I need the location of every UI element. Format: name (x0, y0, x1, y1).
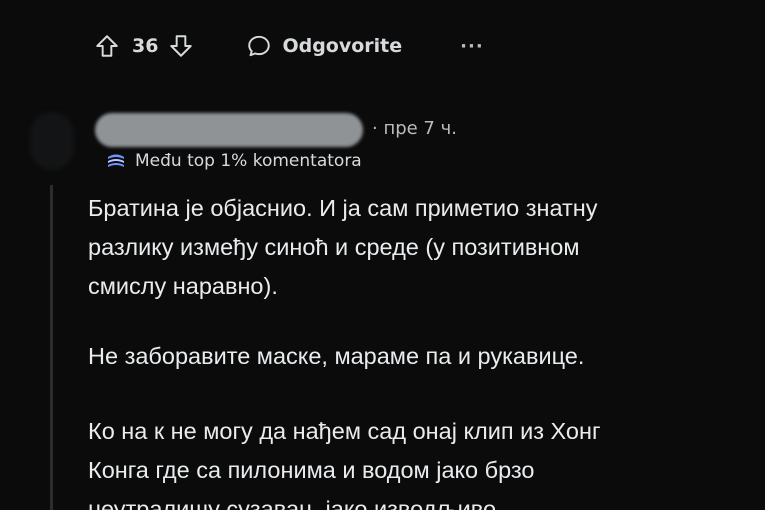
thread-line[interactable] (50, 185, 53, 510)
reply-button[interactable]: Odgovorite (246, 33, 402, 59)
timestamp: · пре 7 ч. (372, 118, 457, 139)
comment-paragraph: Не заборавите маске, мараме па и рукавиц… (88, 337, 584, 376)
text-line: Конга где са пилонима и водом јако брзо (88, 457, 535, 483)
text-line: неутралишу сузавац, јако изводљиво (88, 496, 497, 510)
avatar[interactable] (30, 112, 74, 170)
reply-label: Odgovorite (282, 35, 403, 57)
text-line: Ко на к не могу да нађем сад онај клип и… (88, 418, 601, 444)
text-line: разлику између синоћ и среде (у позитивн… (88, 234, 580, 260)
more-options-button[interactable]: ··· (460, 36, 484, 57)
comment-action-bar: 36 Odgovorite ··· (94, 26, 484, 66)
flair-text: Među top 1% komentatora (135, 151, 362, 171)
username-redacted (95, 113, 363, 147)
vote-count: 36 (132, 35, 159, 57)
speech-bubble-icon (246, 33, 272, 59)
arrow-up-outline-icon (96, 35, 118, 57)
top-commenter-badge-icon (105, 152, 127, 170)
user-flair: Među top 1% komentatora (105, 148, 362, 174)
text-line: смислу наравно). (88, 273, 278, 299)
text-line: Не заборавите маске, мараме па и рукавиц… (88, 343, 585, 369)
arrow-down-outline-icon (170, 35, 193, 57)
upvote-button[interactable] (94, 33, 120, 59)
comment-paragraph: Братина је објаснио. И ја сам приметио з… (88, 189, 598, 306)
downvote-button[interactable] (168, 33, 194, 59)
comment-paragraph: Ко на к не могу да нађем сад онај клип и… (88, 412, 601, 510)
text-line: Братина је објаснио. И ја сам приметио з… (88, 195, 598, 221)
